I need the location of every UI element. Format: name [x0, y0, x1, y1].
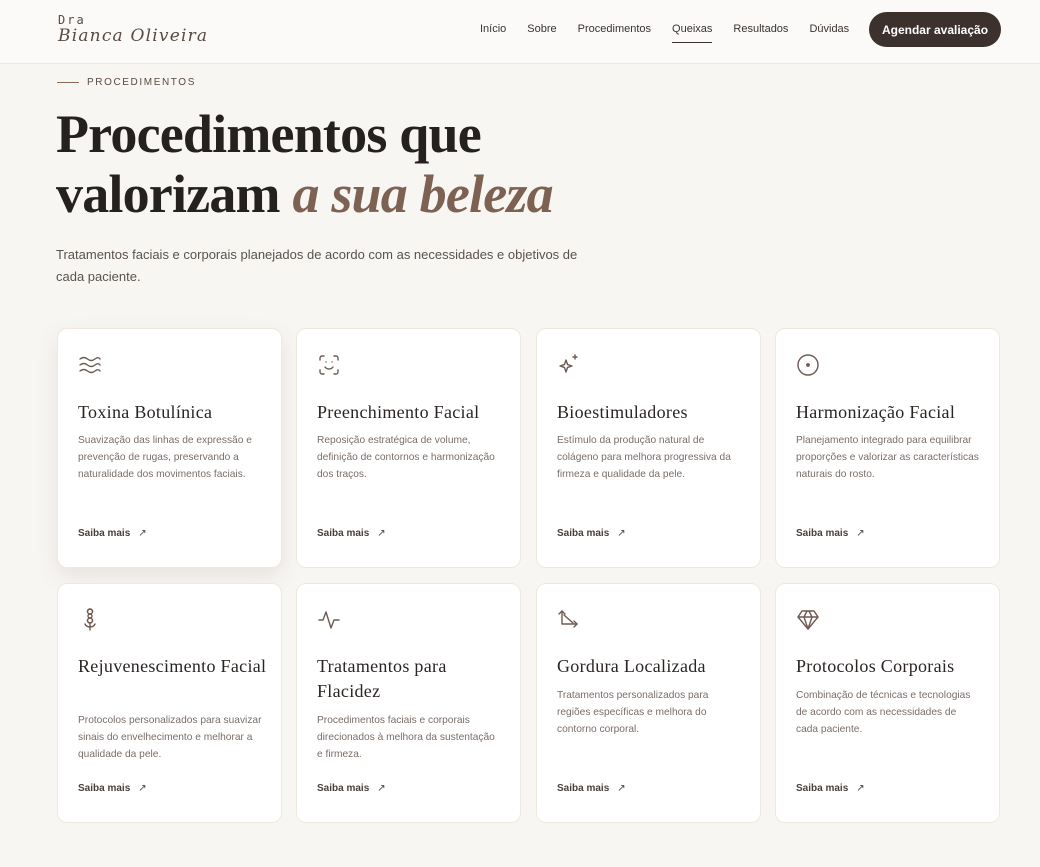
- card-bioestimuladores[interactable]: Bioestimuladores Estímulo da produção na…: [536, 328, 761, 568]
- arrow-up-right-icon: ↗: [856, 528, 865, 539]
- read-more-link[interactable]: Saiba mais ↗: [557, 528, 626, 539]
- nav-duvidas[interactable]: Dúvidas: [809, 22, 849, 36]
- read-more-label: Saiba mais: [796, 783, 849, 794]
- nav-resultados[interactable]: Resultados: [733, 22, 788, 36]
- schedule-button[interactable]: Agendar avaliação: [869, 12, 1001, 47]
- card-rejuvenescimento-facial[interactable]: Rejuvenescimento Facial Protocolos perso…: [57, 583, 282, 823]
- gem-icon: [796, 608, 820, 632]
- nav-queixas[interactable]: Queixas: [672, 22, 713, 43]
- card-description: Suavização das linhas de expressão e pre…: [78, 435, 252, 480]
- card-title: Bioestimuladores: [557, 402, 688, 422]
- card-description: Procedimentos faciais e corporais direci…: [317, 715, 495, 760]
- logo-name: Bianca Oliveira: [58, 26, 209, 46]
- card-description: Combinação de técnicas e tecnologias de …: [796, 690, 971, 735]
- read-more-link[interactable]: Saiba mais ↗: [557, 783, 626, 794]
- arrow-up-right-icon: ↗: [377, 528, 386, 539]
- read-more-link[interactable]: Saiba mais ↗: [317, 528, 386, 539]
- circle-dot-icon: [796, 353, 820, 377]
- activity-icon: [317, 608, 341, 632]
- eyebrow-line: [57, 82, 79, 83]
- section-eyebrow: PROCEDIMENTOS: [57, 77, 196, 88]
- waves-icon: [78, 353, 102, 377]
- card-description: Reposição estratégica de volume, definiç…: [317, 435, 495, 480]
- card-protocolos-corporais[interactable]: Protocolos Corporais Combinação de técni…: [775, 583, 1000, 823]
- card-title: Gordura Localizada: [557, 656, 706, 676]
- card-description: Estímulo da produção natural de colágeno…: [557, 435, 731, 480]
- logo[interactable]: Dra Bianca Oliveira: [58, 13, 208, 46]
- eyebrow-label: PROCEDIMENTOS: [87, 77, 196, 88]
- card-tratamentos-flacidez[interactable]: Tratamentos para Flacidez Procedimentos …: [296, 583, 521, 823]
- read-more-link[interactable]: Saiba mais ↗: [796, 528, 865, 539]
- read-more-label: Saiba mais: [557, 528, 610, 539]
- arrow-up-right-icon: ↗: [377, 783, 386, 794]
- card-harmonizacao-facial[interactable]: Harmonização Facial Planejamento integra…: [775, 328, 1000, 568]
- arrow-up-right-icon: ↗: [617, 528, 626, 539]
- card-description: Protocolos personalizados para suavizar …: [78, 715, 262, 760]
- card-title: Harmonização Facial: [796, 402, 956, 422]
- card-title: Protocolos Corporais: [796, 656, 955, 676]
- read-more-label: Saiba mais: [317, 783, 370, 794]
- sparkles-icon: [557, 353, 581, 377]
- read-more-label: Saiba mais: [78, 783, 131, 794]
- arrow-up-right-icon: ↗: [138, 783, 147, 794]
- title-line-2: valorizam: [56, 164, 293, 224]
- section-lead: Tratamentos faciais e corporais planejad…: [56, 247, 578, 284]
- title-accent: a sua beleza: [292, 164, 553, 224]
- move-arrows-icon: [557, 608, 581, 632]
- card-toxina-botulinica[interactable]: Toxina Botulínica Suavização das linhas …: [57, 328, 282, 568]
- page-title: Procedimentos que valorizam a sua beleza: [56, 104, 554, 224]
- card-title: Rejuvenescimento Facial: [78, 656, 267, 676]
- nav-inicio[interactable]: Início: [480, 22, 506, 36]
- arrow-up-right-icon: ↗: [856, 783, 865, 794]
- card-description: Planejamento integrado para equilibrar p…: [796, 435, 979, 480]
- read-more-link[interactable]: Saiba mais ↗: [317, 783, 386, 794]
- read-more-label: Saiba mais: [317, 528, 370, 539]
- nav-sobre[interactable]: Sobre: [527, 22, 556, 36]
- arrow-up-right-icon: ↗: [138, 528, 147, 539]
- main-nav: Início Sobre Procedimentos Queixas Resul…: [480, 22, 870, 43]
- card-description: Tratamentos personalizados para regiões …: [557, 690, 709, 735]
- card-gordura-localizada[interactable]: Gordura Localizada Tratamentos personali…: [536, 583, 761, 823]
- read-more-link[interactable]: Saiba mais ↗: [78, 783, 147, 794]
- read-more-link[interactable]: Saiba mais ↗: [78, 528, 147, 539]
- face-scan-icon: [317, 353, 341, 377]
- logo-prefix: Dra: [58, 13, 86, 27]
- card-title: Toxina Botulínica: [78, 402, 213, 422]
- title-line-1: Procedimentos que: [56, 104, 482, 164]
- card-preenchimento-facial[interactable]: Preenchimento Facial Reposição estratégi…: [296, 328, 521, 568]
- site-header: Dra Bianca Oliveira Início Sobre Procedi…: [0, 0, 1040, 64]
- read-more-link[interactable]: Saiba mais ↗: [796, 783, 865, 794]
- card-title: Preenchimento Facial: [317, 402, 480, 422]
- arrow-up-right-icon: ↗: [617, 783, 626, 794]
- flower-icon: [78, 608, 102, 632]
- read-more-label: Saiba mais: [78, 528, 131, 539]
- nav-procedimentos[interactable]: Procedimentos: [578, 22, 651, 36]
- read-more-label: Saiba mais: [796, 528, 849, 539]
- read-more-label: Saiba mais: [557, 783, 610, 794]
- card-title: Tratamentos para Flacidez: [317, 656, 447, 701]
